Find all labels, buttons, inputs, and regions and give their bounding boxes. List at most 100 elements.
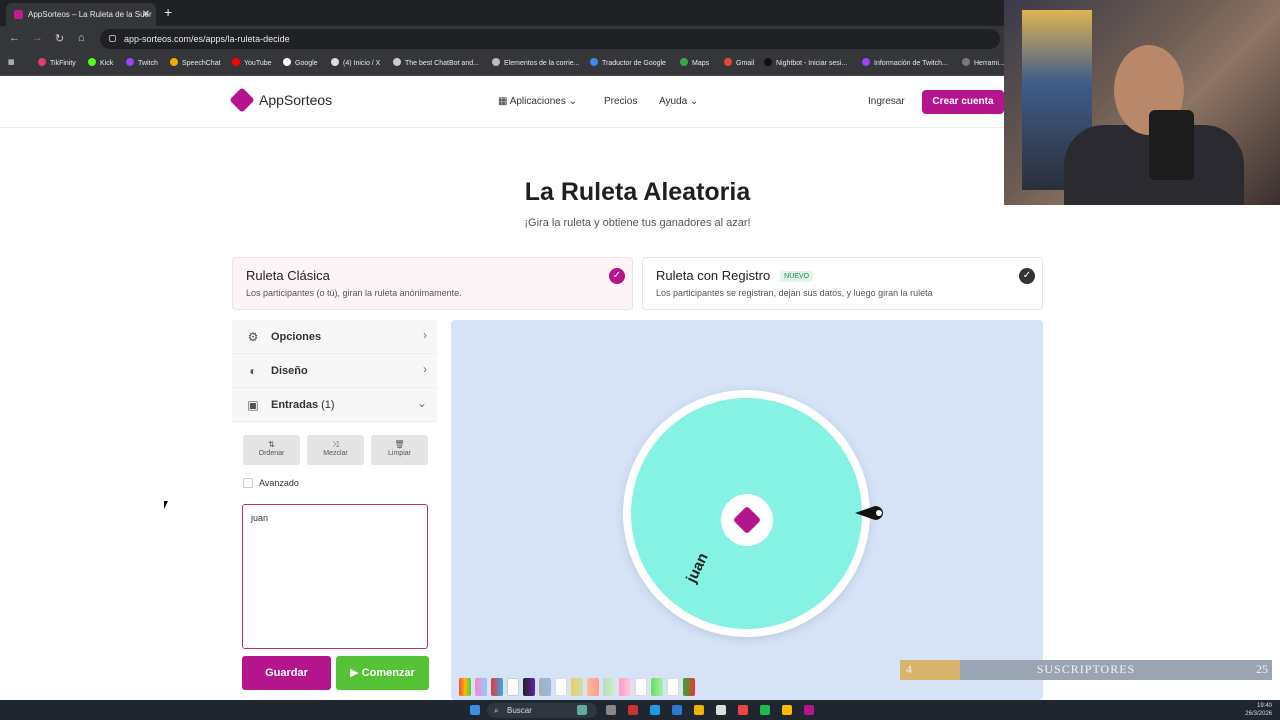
palette-swatch[interactable] <box>555 678 567 696</box>
site-info-icon[interactable] <box>109 35 116 42</box>
forward-icon[interactable]: → <box>32 32 43 44</box>
subs-current: 4 <box>906 662 912 676</box>
browser-tab[interactable]: AppSorteos – La Ruleta de la Suer ✕ <box>6 3 156 26</box>
chevron-down-icon: ⌄ <box>568 96 578 107</box>
palette-swatch[interactable] <box>571 678 583 696</box>
wheel-hub[interactable] <box>721 494 773 546</box>
mode-card-registro[interactable]: Ruleta con Registro NUEVO Los participant… <box>642 257 1043 310</box>
bookmark-item[interactable]: Google <box>283 58 318 67</box>
palette-swatch[interactable] <box>587 678 599 696</box>
palette-swatch[interactable] <box>651 678 663 696</box>
mode-desc: Los participantes (o tú), giran la rulet… <box>246 288 462 298</box>
taskbar-app-icon[interactable] <box>738 705 748 715</box>
url-field[interactable]: app-sorteos.com/es/apps/la-ruleta-decide <box>100 29 1000 49</box>
limpiar-button[interactable]: 🗑 Limpiar <box>371 435 428 465</box>
palette-swatch[interactable] <box>459 678 471 696</box>
bookmark-icon <box>170 58 178 66</box>
palette-swatch[interactable] <box>507 678 519 696</box>
bookmark-item[interactable]: Información de Twitch... <box>862 58 948 67</box>
start-icon[interactable] <box>470 705 480 715</box>
close-tab-icon[interactable]: ✕ <box>142 3 150 26</box>
palette-swatch[interactable] <box>683 678 695 696</box>
mouse-cursor-icon <box>164 501 168 509</box>
bookmark-icon <box>962 58 970 66</box>
guardar-button[interactable]: Guardar <box>242 656 331 690</box>
taskbar-app-icon[interactable] <box>782 705 792 715</box>
home-icon[interactable]: ⌂ <box>78 32 85 44</box>
tab-title: AppSorteos – La Ruleta de la Suer <box>28 10 152 19</box>
brand-logo[interactable]: AppSorteos <box>229 87 332 113</box>
bookmark-item[interactable]: Kick <box>88 58 113 67</box>
bookmark-icon <box>126 58 134 66</box>
trash-icon: 🗑 <box>394 440 405 449</box>
sort-icon: ⇅ <box>268 440 275 449</box>
mode-card-clasica[interactable]: Ruleta Clásica Los participantes (o tú),… <box>232 257 633 310</box>
bookmark-icon <box>764 58 772 66</box>
bookmark-item[interactable]: Twitch <box>126 58 158 67</box>
bookmark-item[interactable]: YouTube <box>232 58 272 67</box>
sidebar-item-opciones[interactable]: ⚙ Opciones › <box>232 320 437 354</box>
chevron-right-icon: › <box>423 328 427 342</box>
favicon-icon <box>14 10 23 19</box>
nav-ayuda[interactable]: Ayuda ⌄ <box>659 96 698 107</box>
nav-precios[interactable]: Precios <box>604 96 637 107</box>
sidebar-item-diseno[interactable]: ◐ Diseño › <box>232 354 437 388</box>
bookmark-item[interactable]: Gmail <box>724 58 754 67</box>
taskbar-app-icon[interactable] <box>716 705 726 715</box>
taskbar-app-icon[interactable] <box>650 705 660 715</box>
entries-textarea[interactable]: juan <box>242 504 428 649</box>
bookmark-item[interactable]: Maps <box>680 58 709 67</box>
palette-swatch[interactable] <box>523 678 535 696</box>
palette-swatch[interactable] <box>491 678 503 696</box>
reload-icon[interactable]: ↻ <box>55 32 64 45</box>
bookmark-icon <box>680 58 688 66</box>
palette-swatch[interactable] <box>635 678 647 696</box>
palette-icon: ◐ <box>249 364 257 378</box>
page-subtitle: ¡Gira la ruleta y obtiene tus ganadores … <box>524 217 751 229</box>
comenzar-button[interactable]: ▶ Comenzar <box>336 656 429 690</box>
ordenar-button[interactable]: ⇅ Ordenar <box>243 435 300 465</box>
mode-title: Ruleta con Registro NUEVO <box>656 268 814 283</box>
bookmark-item[interactable]: The best ChatBot and... <box>393 58 479 67</box>
palette-swatch[interactable] <box>667 678 679 696</box>
sidebar-item-entradas[interactable]: ▣ Entradas (1) ⌄ <box>232 388 437 422</box>
taskbar-app-icon[interactable] <box>804 705 814 715</box>
phone-image <box>1149 110 1194 180</box>
nav-aplicaciones[interactable]: ▦ Aplicaciones ⌄ <box>498 96 577 107</box>
palette-swatch[interactable] <box>619 678 631 696</box>
new-tab-icon[interactable]: + <box>164 4 172 20</box>
bookmark-item[interactable]: (4) Inicio / X <box>331 58 380 67</box>
taskbar-app-icon[interactable] <box>606 705 616 715</box>
crear-cuenta-button[interactable]: Crear cuenta <box>922 90 1004 114</box>
taskbar-app-icon[interactable] <box>577 705 587 715</box>
apps-grid-icon[interactable]: ▦ <box>8 58 15 66</box>
back-icon[interactable]: ← <box>9 32 20 44</box>
bookmark-item[interactable]: Traductor de Google <box>590 58 666 67</box>
bookmark-item[interactable]: Elementos de la corrie... <box>492 58 579 67</box>
ingresar-link[interactable]: Ingresar <box>868 96 905 107</box>
windows-taskbar: ⌕ Buscar 19:40 26/3/2026 <box>0 700 1280 720</box>
bookmark-item[interactable]: SpeechChat <box>170 58 221 67</box>
page-title: La Ruleta Aleatoria <box>524 178 751 206</box>
subscriber-goal-bar: SUSCRIPTORES 4 25 <box>900 660 1272 680</box>
palette-swatch[interactable] <box>475 678 487 696</box>
gear-icon: ⚙ <box>247 330 259 344</box>
wheel-stage: juan <box>451 320 1043 700</box>
bookmark-item[interactable]: Herrami... <box>962 58 1005 67</box>
avanzado-checkbox[interactable] <box>243 478 253 488</box>
mode-desc: Los participantes se registran, dejan su… <box>656 288 933 298</box>
system-clock[interactable]: 19:40 26/3/2026 <box>1245 702 1272 718</box>
webcam-overlay <box>1004 0 1280 205</box>
palette-swatch[interactable] <box>539 678 551 696</box>
check-icon: ✓ <box>609 268 625 284</box>
bookmark-icon <box>38 58 46 66</box>
palette-swatch[interactable] <box>603 678 615 696</box>
taskbar-app-icon[interactable] <box>628 705 638 715</box>
taskbar-app-icon[interactable] <box>760 705 770 715</box>
bookmark-icon <box>590 58 598 66</box>
bookmark-item[interactable]: Nightbot - Iniciar sesi... <box>764 58 847 67</box>
mezclar-button[interactable]: ⤨ Mezclar <box>307 435 364 465</box>
taskbar-app-icon[interactable] <box>694 705 704 715</box>
bookmark-item[interactable]: TikFinity <box>38 58 76 67</box>
taskbar-app-icon[interactable] <box>672 705 682 715</box>
